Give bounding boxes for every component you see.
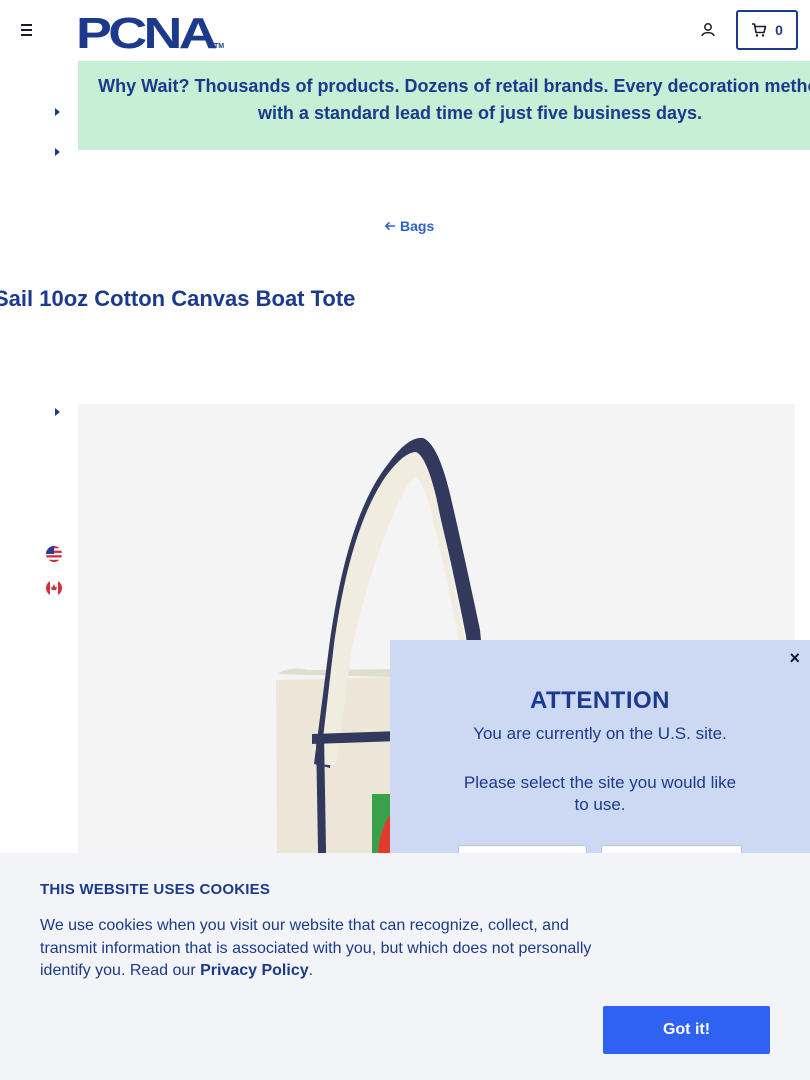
account-icon[interactable] (698, 20, 718, 40)
back-link-label: Bags (400, 218, 435, 234)
cookie-message: We use cookies when you visit our websit… (40, 915, 600, 983)
cookie-banner: THIS WEBSITE USES COOKIES We use cookies… (0, 853, 810, 1080)
canada-flag-icon[interactable] (46, 580, 62, 596)
caret-right-icon[interactable] (52, 146, 62, 158)
cart-button[interactable]: 0 (736, 10, 798, 50)
site-header: PCNA TM 0 (0, 0, 810, 60)
close-icon[interactable]: × (789, 648, 800, 669)
modal-question: Please select the site you would like to… (463, 773, 737, 814)
page: PCNA TM 0 Why Wait? Thousands of product… (0, 0, 810, 1080)
svg-text:PCNA: PCNA (76, 10, 217, 52)
caret-right-icon[interactable] (52, 406, 62, 418)
us-flag-icon[interactable] (46, 546, 62, 562)
pcna-logo[interactable]: PCNA TM (76, 9, 226, 58)
svg-text:TM: TM (214, 43, 224, 50)
hamburger-menu-icon[interactable] (18, 20, 38, 40)
product-title: Sail 10oz Cotton Canvas Boat Tote (0, 286, 356, 311)
privacy-policy-link[interactable]: Privacy Policy (200, 962, 309, 979)
announcement-banner: Why Wait? Thousands of products. Dozens … (78, 61, 810, 150)
arrow-left-icon (385, 222, 396, 230)
cookie-title: THIS WEBSITE USES COOKIES (40, 881, 271, 898)
cart-count: 0 (775, 22, 783, 38)
announcement-text: Why Wait? Thousands of products. Dozens … (98, 76, 810, 123)
cookie-body-suffix: . (308, 962, 314, 979)
cookie-body-text: We use cookies when you visit our websit… (40, 917, 592, 979)
product-title-wrap: Sail 10oz Cotton Canvas Boat Tote (0, 286, 810, 320)
modal-title: ATTENTION (529, 687, 671, 714)
caret-right-icon[interactable] (52, 106, 62, 118)
accept-cookies-button[interactable]: Got it! (603, 1006, 770, 1054)
modal-message: You are currently on the U.S. site. (473, 724, 727, 743)
back-to-category-link[interactable]: Bags (384, 218, 434, 234)
cart-icon (752, 23, 767, 37)
